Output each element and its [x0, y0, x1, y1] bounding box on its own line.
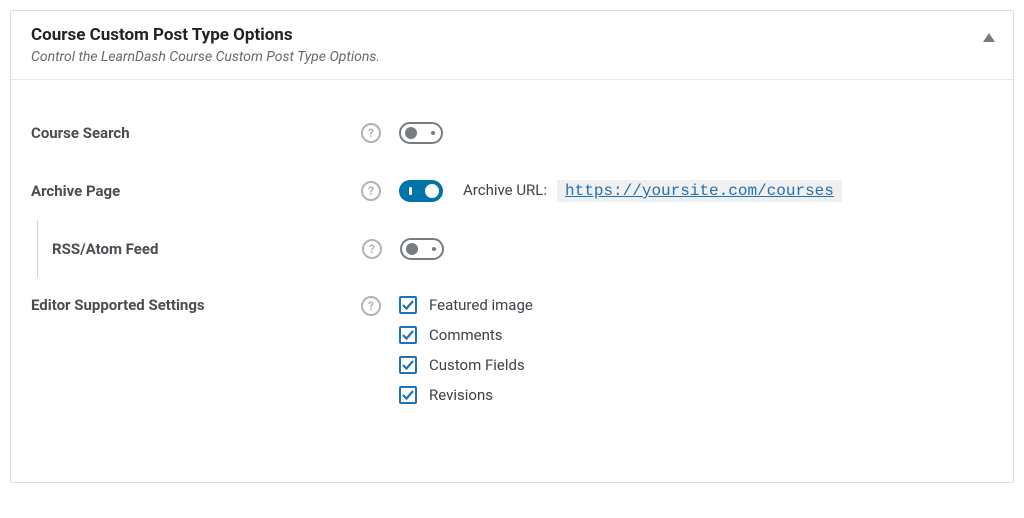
check-icon: [402, 329, 414, 341]
help-icon[interactable]: ?: [361, 181, 381, 201]
panel-header: Course Custom Post Type Options Control …: [11, 11, 1013, 80]
checkbox-revisions[interactable]: [399, 386, 417, 404]
check-icon: [402, 389, 414, 401]
check-label: Featured image: [429, 296, 533, 314]
panel-body: Course Search ? Archive Page ? Archive U…: [11, 80, 1013, 482]
collapse-icon[interactable]: [983, 33, 995, 42]
archive-url-wrap: Archive URL: https://yoursite.com/course…: [463, 180, 842, 202]
archive-url-link[interactable]: https://yoursite.com/courses: [557, 180, 842, 202]
label-rss-feed: RSS/Atom Feed: [52, 240, 362, 258]
archive-url-label: Archive URL:: [463, 181, 547, 199]
panel-subtitle: Control the LearnDash Course Custom Post…: [31, 49, 993, 65]
check-icon: [402, 359, 414, 371]
row-archive-page: Archive Page ? Archive URL: https://your…: [31, 162, 993, 220]
check-label: Comments: [429, 326, 503, 344]
checkbox-custom-fields[interactable]: [399, 356, 417, 374]
checkbox-list: Featured image Comments Custom Fields: [399, 296, 533, 404]
row-editor-settings: Editor Supported Settings ? Featured ima…: [31, 278, 993, 422]
toggle-knob: [406, 243, 418, 255]
check-label: Custom Fields: [429, 356, 525, 374]
check-label: Revisions: [429, 386, 493, 404]
label-archive-page: Archive Page: [31, 182, 361, 200]
toggle-dot: [431, 131, 435, 135]
checkbox-comments[interactable]: [399, 326, 417, 344]
toggle-dot: [432, 247, 436, 251]
help-icon[interactable]: ?: [362, 239, 382, 259]
checkbox-featured-image[interactable]: [399, 296, 417, 314]
check-item-comments: Comments: [399, 326, 533, 344]
settings-panel: Course Custom Post Type Options Control …: [10, 10, 1014, 483]
help-icon[interactable]: ?: [361, 123, 381, 143]
toggle-knob: [405, 127, 417, 139]
check-item-revisions: Revisions: [399, 386, 533, 404]
toggle-rss-feed[interactable]: [400, 238, 444, 260]
help-icon[interactable]: ?: [361, 296, 381, 316]
toggle-knob: [425, 184, 439, 198]
panel-title: Course Custom Post Type Options: [31, 25, 993, 45]
label-editor-settings: Editor Supported Settings: [31, 296, 361, 314]
check-item-featured-image: Featured image: [399, 296, 533, 314]
check-item-custom-fields: Custom Fields: [399, 356, 533, 374]
row-course-search: Course Search ?: [31, 104, 993, 162]
toggle-course-search[interactable]: [399, 122, 443, 144]
row-rss-feed: RSS/Atom Feed ?: [37, 220, 993, 278]
check-icon: [402, 299, 414, 311]
label-course-search: Course Search: [31, 124, 361, 142]
toggle-indicator: [409, 187, 412, 195]
toggle-archive-page[interactable]: [399, 180, 443, 202]
